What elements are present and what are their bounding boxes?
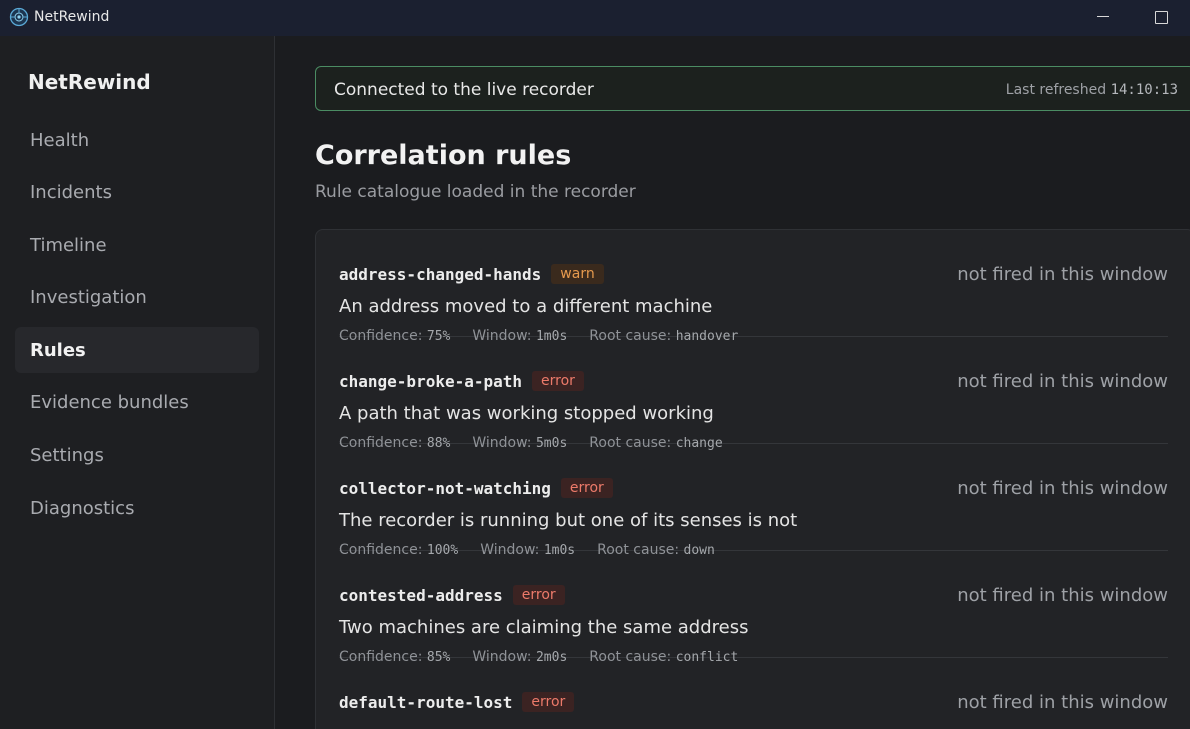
rule-fire-status: not fired in this window [957,371,1168,392]
sidebar-item-evidence-bundles[interactable]: Evidence bundles [15,380,259,426]
title-bar: NetRewind [0,0,1190,36]
maximize-icon[interactable] [1148,4,1174,30]
rule-item[interactable]: address-changed-hands warn not fired in … [339,230,1168,344]
main-content: Connected to the live recorder Last refr… [275,36,1190,729]
last-refreshed-time: 14:10:13 [1110,82,1178,98]
sidebar: NetRewind Health Incidents Timeline Inve… [0,36,275,729]
sidebar-item-incidents[interactable]: Incidents [15,170,259,216]
sidebar-item-timeline[interactable]: Timeline [15,222,259,268]
rule-description: Two machines are claiming the same addre… [339,617,749,638]
sidebar-item-investigation[interactable]: Investigation [15,275,259,321]
rule-fire-status: not fired in this window [957,478,1168,499]
rule-item[interactable]: change-broke-a-path error not fired in t… [339,337,1168,451]
rule-description: A path that was working stopped working [339,403,714,424]
connection-status-text: Connected to the live recorder [334,80,594,100]
sidebar-nav: Health Incidents Timeline Investigation … [15,117,259,538]
sidebar-item-health[interactable]: Health [15,117,259,163]
severity-badge: error [512,585,565,605]
severity-badge: error [560,478,613,498]
window-title: NetRewind [34,9,110,25]
rule-name: contested-address [339,585,503,605]
rule-item[interactable]: collector-not-watching error not fired i… [339,444,1168,558]
rule-item[interactable]: default-route-lost error not fired in th… [339,658,1168,729]
rule-name: change-broke-a-path [339,371,523,391]
severity-badge: warn [551,264,604,284]
rule-fire-status: not fired in this window [957,264,1168,285]
connection-status-banner: Connected to the live recorder Last refr… [315,66,1190,111]
sidebar-item-settings[interactable]: Settings [15,433,259,479]
page-subtitle: Rule catalogue loaded in the recorder [315,182,636,202]
rules-list: address-changed-hands warn not fired in … [315,229,1190,729]
rule-fire-status: not fired in this window [957,692,1168,713]
rule-item[interactable]: contested-address error not fired in thi… [339,551,1168,665]
rule-name: collector-not-watching [339,478,551,498]
sidebar-item-diagnostics[interactable]: Diagnostics [15,485,259,531]
rule-name: default-route-lost [339,692,513,712]
sidebar-item-rules[interactable]: Rules [15,327,259,374]
rule-fire-status: not fired in this window [957,585,1168,606]
rule-description: The recorder is running but one of its s… [339,510,798,531]
app-logo-icon [9,7,29,27]
rule-name: address-changed-hands [339,264,542,284]
last-refreshed: Last refreshed 14:10:13 [1006,82,1178,98]
rule-description: An address moved to a different machine [339,296,713,317]
severity-badge: error [532,371,584,391]
severity-badge: error [522,692,575,712]
minimize-icon[interactable] [1090,4,1116,30]
sidebar-brand: NetRewind [28,70,151,94]
page-title: Correlation rules [315,140,572,171]
last-refreshed-label: Last refreshed [1005,82,1107,98]
